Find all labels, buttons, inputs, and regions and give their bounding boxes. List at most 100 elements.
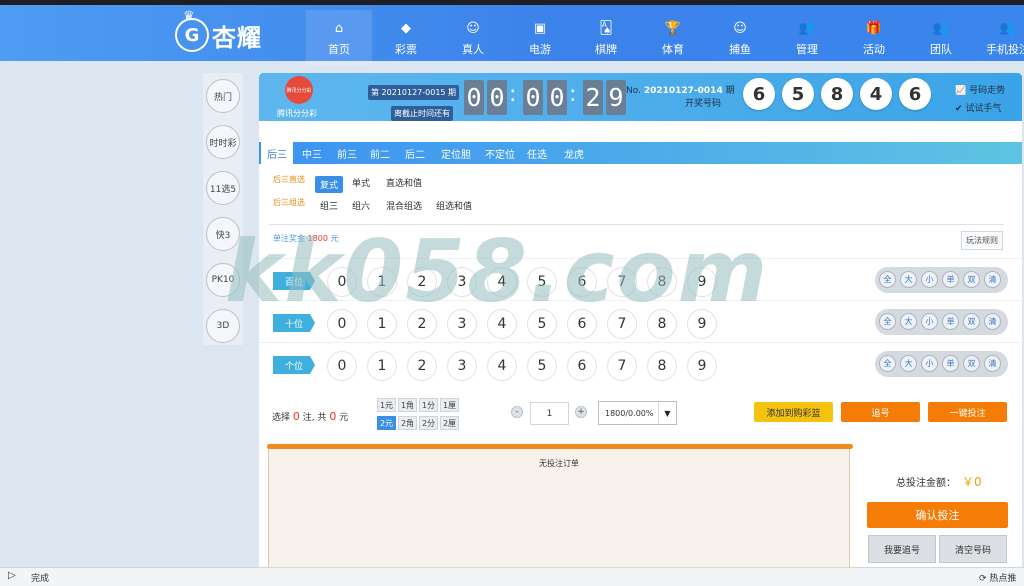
quick-5-button[interactable]: 清 — [984, 355, 1001, 372]
tab-1[interactable]: 中三 — [302, 146, 322, 161]
quick-5-button[interactable]: 清 — [984, 271, 1001, 288]
hot-news-link[interactable]: ⟳ 热点推 — [979, 571, 1016, 584]
subtype-option[interactable]: 组选和值 — [436, 199, 472, 212]
nav-item-10[interactable]: 👥 手机投注 — [975, 10, 1024, 66]
tab-6[interactable]: 不定位 — [485, 146, 515, 161]
nav-item-label: 体育 — [662, 43, 684, 56]
clear-numbers-button[interactable]: 清空号码 — [939, 535, 1007, 563]
quick-2-button[interactable]: 小 — [921, 355, 938, 372]
nav-item-label: 彩票 — [395, 43, 417, 56]
digit-button[interactable]: 0 — [327, 351, 357, 381]
nav-item-7[interactable]: 👥 管理 — [774, 10, 840, 66]
trophy-icon: 🏆 — [664, 21, 682, 36]
nav-item-label: 棋牌 — [595, 43, 617, 56]
digit-button[interactable]: 4 — [487, 351, 517, 381]
nav-item-5[interactable]: 🏆 体育 — [640, 10, 706, 66]
confirm-bet-button[interactable]: 确认投注 — [867, 502, 1008, 528]
subtype-option[interactable]: 混合组选 — [386, 199, 422, 212]
sidebar-item-1[interactable]: 时时彩 — [206, 125, 240, 159]
trend-link[interactable]: 📈 号码走势 — [955, 83, 1005, 96]
quick-2-button[interactable]: 小 — [921, 313, 938, 330]
one-click-bet-button[interactable]: 一键投注 — [928, 402, 1007, 422]
play-icon[interactable]: ▷ — [8, 570, 16, 581]
unit-button[interactable]: 2分 — [419, 416, 438, 430]
tab-3[interactable]: 前二 — [370, 146, 390, 161]
nav-item-0[interactable]: ⌂ 首页 — [306, 10, 372, 66]
unit-button[interactable]: 1角 — [398, 398, 417, 412]
quick-1-button[interactable]: 大 — [900, 313, 917, 330]
countdown-digit: 9 — [606, 80, 626, 115]
unit-button[interactable]: 2角 — [398, 416, 417, 430]
digit-button[interactable]: 8 — [647, 351, 677, 381]
nav-item-label: 电游 — [529, 43, 551, 56]
gift-icon: 🎁 — [865, 21, 883, 36]
quick-0-button[interactable]: 全 — [879, 271, 896, 288]
quick-3-button[interactable]: 单 — [942, 271, 959, 288]
digit-button[interactable]: 1 — [367, 351, 397, 381]
nav-item-8[interactable]: 🎁 活动 — [841, 10, 907, 66]
subtype-option[interactable]: 单式 — [352, 176, 370, 189]
trend-chart-icon: 📈 — [955, 86, 967, 96]
nav-item-9[interactable]: 👥 团队 — [908, 10, 974, 66]
ticket-icon: ◆ — [401, 21, 411, 36]
subtype-option[interactable]: 复式 — [315, 176, 344, 193]
subtype-option[interactable]: 组六 — [352, 199, 370, 212]
digit-button[interactable]: 7 — [607, 351, 637, 381]
tab-5[interactable]: 定位胆 — [441, 146, 471, 161]
tab-2[interactable]: 前三 — [337, 146, 357, 161]
multiplier-plus-button[interactable]: + — [575, 406, 587, 418]
sidebar-item-2[interactable]: 11选5 — [206, 171, 240, 205]
subtype-option[interactable]: 组三 — [320, 199, 338, 212]
quick-1-button[interactable]: 大 — [900, 271, 917, 288]
digit-button[interactable]: 2 — [407, 351, 437, 381]
odds-select[interactable]: 1800/0.00% ▼ — [598, 401, 677, 425]
selection-suffix: 元 — [339, 413, 349, 423]
nav-item-2[interactable]: ☺ 真人 — [440, 10, 506, 66]
quick-4-button[interactable]: 双 — [963, 355, 980, 372]
site-logo[interactable]: ♛ G 杏耀 — [175, 9, 262, 53]
try-luck-link[interactable]: ✔ 试试手气 — [955, 101, 1001, 114]
quick-0-button[interactable]: 全 — [879, 313, 896, 330]
chase-number-button[interactable]: 我要追号 — [868, 535, 936, 563]
tab-7[interactable]: 任选 — [527, 146, 547, 161]
selection-mid: 注, 共 — [302, 413, 327, 423]
sidebar-item-0[interactable]: 热门 — [206, 79, 240, 113]
tab-4[interactable]: 后二 — [405, 146, 425, 161]
quick-3-button[interactable]: 单 — [942, 355, 959, 372]
deadline-label: 离截止时间还有 — [391, 106, 453, 121]
countdown-digit: 2 — [583, 80, 603, 115]
add-to-cart-button[interactable]: 添加到购彩篮 — [754, 402, 833, 422]
draw-ball: 8 — [821, 78, 853, 110]
draw-label: 开奖号码 — [685, 99, 722, 109]
nav-item-1[interactable]: ◆ 彩票 — [373, 10, 439, 66]
quick-4-button[interactable]: 双 — [963, 313, 980, 330]
unit-button[interactable]: 1分 — [419, 398, 438, 412]
quick-1-button[interactable]: 大 — [900, 355, 917, 372]
subtype-option[interactable]: 直选和值 — [386, 176, 422, 189]
multiplier-minus-button[interactable]: - — [511, 406, 523, 418]
nav-item-4[interactable]: 🂡 棋牌 — [573, 10, 639, 66]
unit-button[interactable]: 1元 — [377, 398, 396, 412]
tab-8[interactable]: 龙虎 — [564, 146, 584, 161]
digit-button[interactable]: 5 — [527, 351, 557, 381]
chase-button[interactable]: 追号 — [841, 402, 920, 422]
digit-button[interactable]: 9 — [687, 351, 717, 381]
multiplier-input[interactable] — [530, 402, 569, 425]
fish-icon: ☺ — [733, 21, 747, 36]
quick-4-button[interactable]: 双 — [963, 271, 980, 288]
quick-select-bar: 全大小单双清 — [875, 309, 1008, 335]
nav-item-6[interactable]: ☺ 捕鱼 — [707, 10, 773, 66]
nav-item-3[interactable]: ▣ 电游 — [507, 10, 573, 66]
quick-5-button[interactable]: 清 — [984, 313, 1001, 330]
digit-button[interactable]: 3 — [447, 351, 477, 381]
rules-button[interactable]: 玩法规则 — [961, 231, 1003, 250]
quick-0-button[interactable]: 全 — [879, 355, 896, 372]
unit-button[interactable]: 1厘 — [440, 398, 459, 412]
countdown-digit: 0 — [464, 80, 484, 115]
tab-0[interactable]: 后三 — [261, 142, 293, 164]
digit-button[interactable]: 6 — [567, 351, 597, 381]
unit-button[interactable]: 2厘 — [440, 416, 459, 430]
quick-2-button[interactable]: 小 — [921, 271, 938, 288]
quick-3-button[interactable]: 单 — [942, 313, 959, 330]
unit-button[interactable]: 2元 — [377, 416, 396, 430]
